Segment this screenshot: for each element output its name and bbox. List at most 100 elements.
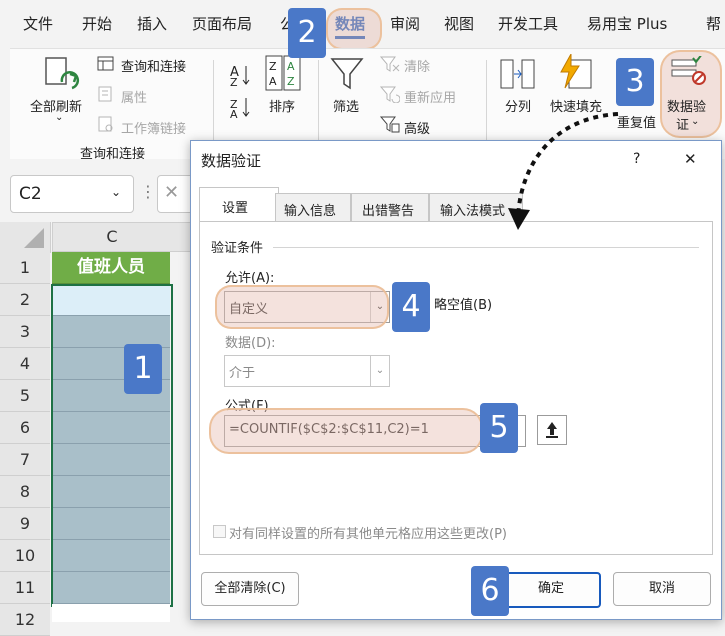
row-header[interactable]: 3 bbox=[0, 316, 50, 348]
properties-button[interactable]: 属性 bbox=[121, 87, 147, 106]
step-badge-3: 3 bbox=[616, 58, 654, 106]
workbook-links-icon bbox=[98, 116, 113, 132]
corner-triangle-icon bbox=[24, 228, 44, 248]
step-badge-1: 1 bbox=[124, 344, 162, 394]
data-label: 数据(D): bbox=[225, 336, 276, 351]
selection-border bbox=[51, 284, 173, 607]
data-select[interactable]: 介于 ⌄ bbox=[224, 355, 390, 387]
row-header[interactable]: 5 bbox=[0, 380, 50, 412]
divider bbox=[486, 60, 487, 150]
filter-button[interactable]: 筛选 bbox=[333, 96, 359, 115]
tab-input-message-label: 输入信息 bbox=[284, 204, 337, 219]
svg-text:Z: Z bbox=[230, 76, 238, 89]
dotted-arrow-icon bbox=[508, 112, 619, 230]
divider bbox=[213, 60, 214, 150]
tab-developer[interactable]: 开发工具 bbox=[498, 13, 558, 34]
chevron-down-icon[interactable]: ⌄ bbox=[111, 185, 121, 199]
row-header[interactable]: 6 bbox=[0, 412, 50, 444]
tab-error-alert-label: 出错警告 bbox=[362, 204, 415, 219]
row-header[interactable]: 10 bbox=[0, 540, 50, 572]
svg-text:A: A bbox=[269, 75, 277, 88]
flash-fill-icon bbox=[560, 54, 592, 89]
allow-label: 允许(A): bbox=[225, 271, 275, 286]
reapply-icon bbox=[380, 86, 400, 103]
tab-highlight bbox=[326, 8, 382, 50]
tab-home[interactable]: 开始 bbox=[82, 13, 112, 34]
tab-help[interactable]: 帮 bbox=[706, 13, 721, 34]
data-validation-icon bbox=[671, 56, 706, 85]
chevron-down-icon[interactable]: ⌄ bbox=[691, 116, 699, 127]
tab-review[interactable]: 审阅 bbox=[390, 13, 420, 34]
more-icon: ⋮ bbox=[140, 182, 156, 201]
query-connect-icon bbox=[97, 56, 114, 71]
tab-page-layout[interactable]: 页面布局 bbox=[192, 13, 252, 34]
name-box[interactable]: C2 ⌄ bbox=[10, 175, 134, 213]
header-cell-c1[interactable]: 值班人员 bbox=[52, 252, 170, 284]
sort-button[interactable]: 排序 bbox=[269, 96, 295, 115]
row-header[interactable]: 4 bbox=[0, 348, 50, 380]
clear-filter-icon bbox=[380, 56, 400, 72]
data-validation-dialog: 数据验证 ? ✕ 设置 输入信息 出错警告 输入法模式 验证条件 允许(A): … bbox=[190, 140, 722, 620]
apply-all-checkbox[interactable] bbox=[213, 525, 226, 538]
svg-text:Z: Z bbox=[269, 60, 277, 73]
svg-text:A: A bbox=[287, 60, 295, 73]
group-label-query: 查询和连接 bbox=[80, 147, 146, 162]
query-connect-button[interactable]: 查询和连接 bbox=[121, 56, 186, 75]
svg-text:Z: Z bbox=[287, 75, 295, 88]
row-header[interactable]: 1 bbox=[0, 252, 50, 284]
tab-error-alert[interactable]: 出错警告 bbox=[351, 193, 429, 222]
table-cell[interactable] bbox=[52, 604, 170, 622]
close-icon[interactable]: ✕ bbox=[684, 150, 697, 168]
reapply-button[interactable]: 重新应用 bbox=[404, 87, 456, 106]
row-header[interactable]: 11 bbox=[0, 572, 50, 604]
row-header[interactable]: 12 bbox=[0, 604, 50, 636]
row-header[interactable]: 7 bbox=[0, 444, 50, 476]
step-badge-6: 6 bbox=[471, 566, 509, 616]
step-badge-2: 2 bbox=[288, 8, 326, 58]
row-header[interactable]: 2 bbox=[0, 284, 50, 316]
step-badge-4: 4 bbox=[392, 282, 430, 332]
dialog-title: 数据验证 bbox=[201, 152, 262, 170]
data-validation-button[interactable]: 数据验 bbox=[667, 96, 706, 115]
clear-button[interactable]: 清除 bbox=[404, 56, 430, 75]
ok-button[interactable]: 确定 bbox=[501, 572, 601, 608]
advanced-filter-icon bbox=[380, 116, 400, 133]
tab-settings[interactable]: 设置 bbox=[199, 187, 279, 222]
workbook-links-button[interactable]: 工作簿链接 bbox=[121, 118, 186, 137]
sort-icon: ZA AZ bbox=[265, 55, 301, 91]
svg-text:A: A bbox=[230, 108, 238, 120]
column-header-c[interactable]: C bbox=[52, 222, 172, 252]
allow-highlight bbox=[215, 285, 389, 329]
apply-all-label: 对有同样设置的所有其他单元格应用这些更改(P) bbox=[229, 527, 507, 542]
close-icon: ✕ bbox=[164, 182, 180, 203]
help-icon[interactable]: ? bbox=[633, 151, 640, 167]
divider bbox=[318, 60, 319, 150]
row-header[interactable]: 8 bbox=[0, 476, 50, 508]
chevron-down-icon[interactable]: ⌄ bbox=[370, 356, 389, 386]
settings-panel bbox=[199, 221, 713, 555]
tab-settings-label: 设置 bbox=[222, 201, 249, 216]
tab-yiyongbao[interactable]: 易用宝 Plus bbox=[587, 13, 667, 34]
tab-view[interactable]: 视图 bbox=[444, 13, 474, 34]
tab-insert[interactable]: 插入 bbox=[137, 13, 167, 34]
clear-all-button[interactable]: 全部清除(C) bbox=[201, 572, 299, 606]
ignore-blank-label[interactable]: 略空值(B) bbox=[434, 294, 492, 313]
filter-icon bbox=[330, 58, 364, 90]
criteria-label: 验证条件 bbox=[211, 241, 264, 256]
step-badge-5: 5 bbox=[480, 403, 518, 453]
cancel-button[interactable]: 取消 bbox=[613, 572, 711, 606]
advanced-button[interactable]: 高级 bbox=[404, 118, 430, 137]
data-validation-button-line2[interactable]: 证 bbox=[676, 114, 689, 133]
sort-az-icon: AZ ZA bbox=[230, 65, 250, 120]
properties-icon bbox=[98, 86, 112, 102]
formula-highlight bbox=[209, 408, 483, 454]
column-header-d[interactable] bbox=[170, 222, 192, 252]
tab-input-message[interactable]: 输入信息 bbox=[275, 193, 351, 222]
tab-file[interactable]: 文件 bbox=[23, 13, 53, 34]
upload-arrow-icon bbox=[546, 422, 558, 438]
row-header[interactable]: 9 bbox=[0, 508, 50, 540]
collapse-dialog-button[interactable] bbox=[537, 415, 567, 445]
divider bbox=[273, 247, 699, 248]
chevron-down-icon[interactable]: ⌄ bbox=[55, 112, 63, 123]
select-all-corner[interactable] bbox=[0, 222, 51, 253]
